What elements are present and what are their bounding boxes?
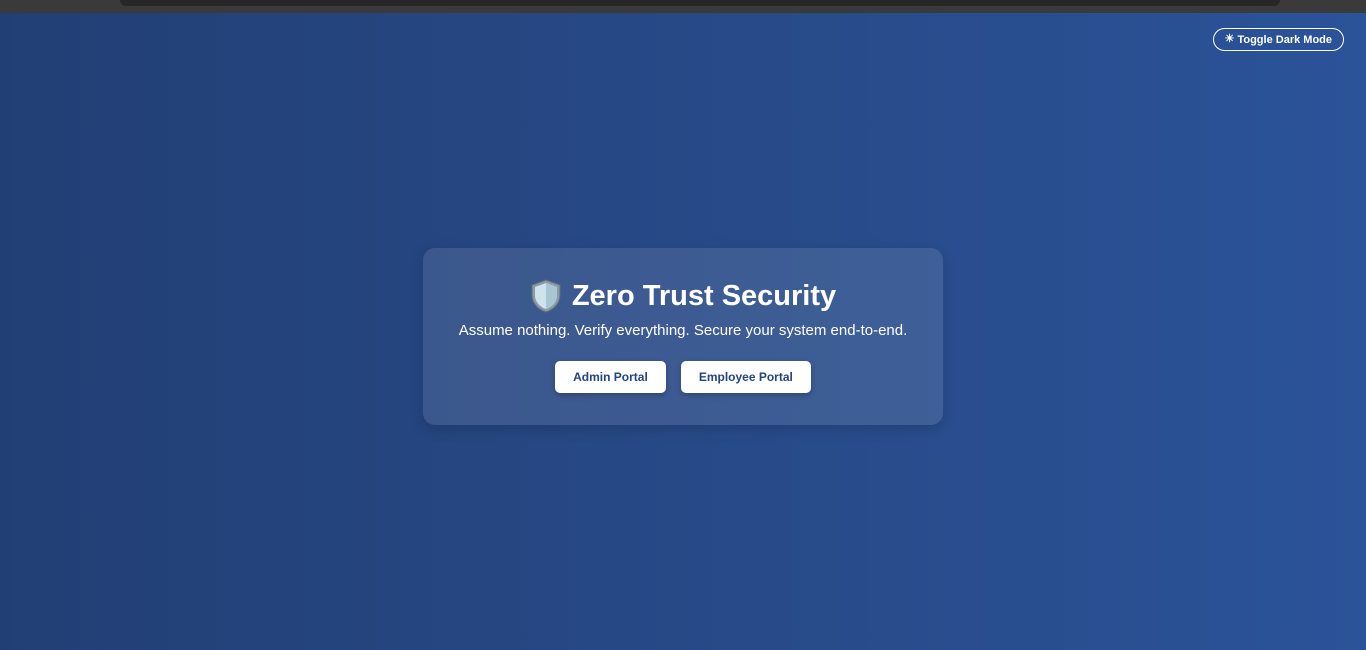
hero-card: Zero Trust Security Assume nothing. Veri… [423,248,943,425]
page-title: Zero Trust Security [571,279,837,312]
toggle-dark-mode-label: Toggle Dark Mode [1237,33,1332,46]
toggle-dark-mode-button[interactable]: ☀ Toggle Dark Mode [1212,28,1344,51]
browser-chrome [0,0,1366,13]
page-subtitle: Assume nothing. Verify everything. Secur… [458,322,908,339]
admin-portal-button[interactable]: Admin Portal [555,361,666,393]
address-bar[interactable] [120,0,1280,6]
employee-portal-button[interactable]: Employee Portal [680,361,811,393]
shield-icon [531,279,561,313]
portal-buttons: Admin Portal Employee Portal [423,361,943,393]
sun-icon: ☀ [1224,33,1235,45]
page-background: ☀ Toggle Dark Mode Zero Trust Security A… [0,13,1366,650]
title-row: Zero Trust Security [423,278,943,314]
